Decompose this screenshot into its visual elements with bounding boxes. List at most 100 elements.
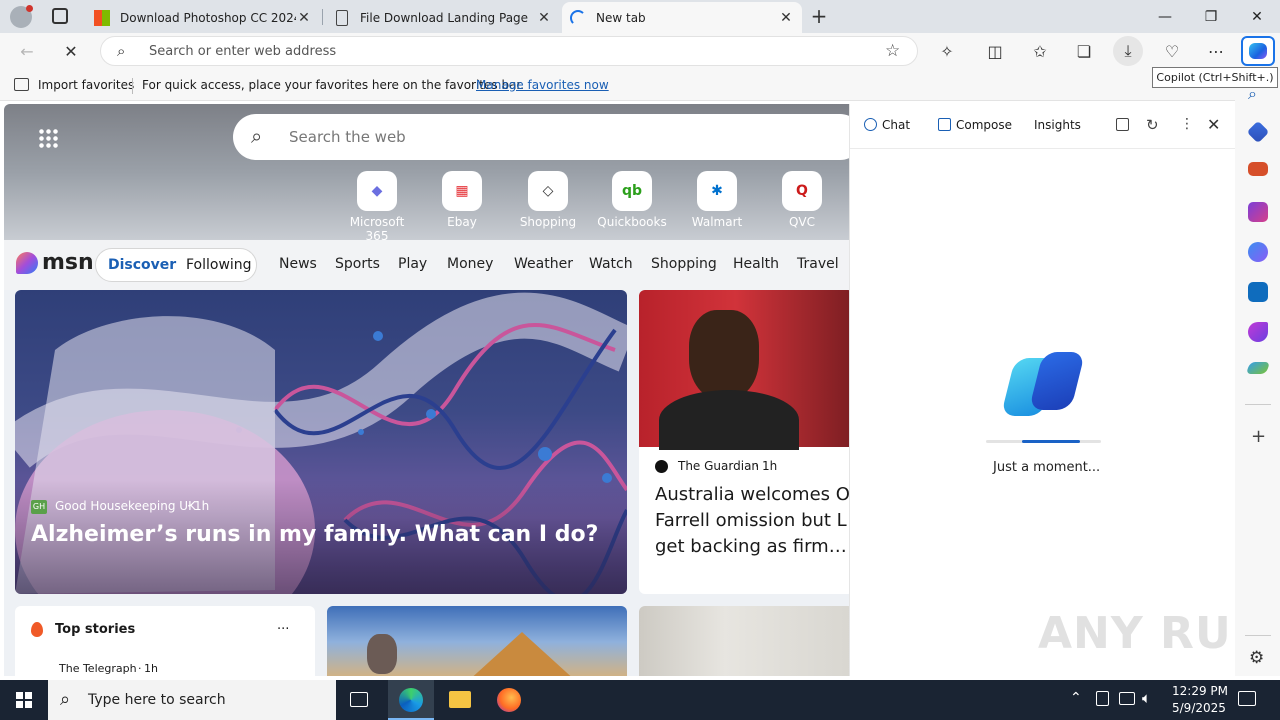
manage-favorites-link[interactable]: Manage favorites now bbox=[476, 78, 609, 92]
settings-gear-icon[interactable]: ⚙ bbox=[1249, 648, 1264, 668]
quick-link[interactable]: Q QVC bbox=[767, 171, 837, 229]
nav-item-money[interactable]: Money bbox=[447, 256, 493, 272]
top-stories-title: Top stories bbox=[55, 622, 136, 637]
copilot-tab-insights[interactable]: Insights bbox=[1034, 118, 1081, 132]
loading-text: Just a moment... bbox=[993, 460, 1101, 475]
clock-time[interactable]: 12:29 PM bbox=[1172, 684, 1228, 698]
tab-actions-icon[interactable] bbox=[52, 8, 68, 24]
profile-avatar[interactable] bbox=[10, 5, 33, 28]
tab-file-download[interactable]: File Download Landing Page ✕ bbox=[326, 2, 560, 33]
copilot-tab-compose[interactable]: Compose bbox=[956, 118, 1012, 132]
copilot-tab-chat[interactable]: Chat bbox=[882, 118, 910, 132]
quick-link-icon: ✱ bbox=[697, 171, 737, 211]
clock-date[interactable]: 5/9/2025 bbox=[1172, 701, 1226, 715]
side-news-card[interactable]: The Guardian · 1h Australia welcomes O F… bbox=[639, 290, 849, 594]
edge-taskbar-button[interactable] bbox=[388, 680, 434, 720]
device-icon[interactable] bbox=[1096, 691, 1109, 706]
hero-headline[interactable]: Alzheimer’s runs in my family. What can … bbox=[31, 522, 598, 547]
side-headline[interactable]: Australia welcomes O Farrell omission bu… bbox=[655, 482, 849, 560]
pyramid-news-card[interactable] bbox=[327, 606, 627, 676]
tab-following[interactable]: Following bbox=[186, 257, 252, 273]
nav-item-health[interactable]: Health bbox=[733, 256, 779, 272]
extensions-icon[interactable]: ✧ bbox=[932, 36, 962, 66]
windows-logo-icon bbox=[16, 692, 32, 708]
address-bar[interactable]: ⌕ Search or enter web address ☆ bbox=[100, 36, 918, 66]
nav-item-shopping[interactable]: Shopping bbox=[651, 256, 717, 272]
new-tab-button[interactable]: + bbox=[806, 4, 832, 30]
quick-link[interactable]: qb Quickbooks bbox=[597, 171, 667, 229]
close-tab-icon[interactable]: ✕ bbox=[778, 10, 794, 26]
quick-link[interactable]: ◇ Shopping bbox=[513, 171, 583, 229]
back-button[interactable]: ← bbox=[12, 36, 42, 66]
taskbar-search-box[interactable]: ⌕ Type here to search bbox=[48, 680, 336, 720]
close-window-button[interactable]: ✕ bbox=[1234, 0, 1280, 33]
close-pane-icon[interactable]: ✕ bbox=[1207, 115, 1220, 134]
open-in-new-icon[interactable] bbox=[1116, 118, 1129, 131]
minimize-button[interactable]: — bbox=[1142, 0, 1188, 33]
tab-discover[interactable]: Discover bbox=[108, 257, 176, 273]
web-search-box[interactable]: ⌕ Search the web bbox=[233, 114, 849, 160]
windows-logo-icon bbox=[94, 9, 110, 26]
tab-photoshop[interactable]: Download Photoshop CC 2024 x64 ✕ bbox=[86, 2, 320, 33]
hero-background: ⌕ Search the web ◆ Microsoft 365 ▦ Ebay ◇ Sho… bbox=[4, 104, 849, 243]
close-tab-icon[interactable]: ✕ bbox=[536, 10, 552, 26]
notifications-icon[interactable] bbox=[1238, 691, 1256, 706]
quick-link-icon: ◆ bbox=[357, 171, 397, 211]
nav-item-travel[interactable]: Travel bbox=[797, 256, 839, 272]
favorite-star-icon[interactable]: ☆ bbox=[885, 41, 900, 61]
downloads-icon[interactable]: ⤓ bbox=[1113, 36, 1143, 66]
browser-essentials-icon[interactable]: ♡ bbox=[1157, 36, 1187, 66]
start-button[interactable] bbox=[0, 680, 48, 720]
rail-divider bbox=[1245, 635, 1271, 636]
nav-item-watch[interactable]: Watch bbox=[589, 256, 633, 272]
settings-more-icon[interactable]: ⋯ bbox=[1201, 36, 1231, 66]
split-screen-icon[interactable]: ◫ bbox=[980, 36, 1010, 66]
source-badge: GH bbox=[31, 500, 47, 514]
shopping-tag-icon[interactable] bbox=[1246, 120, 1270, 144]
games-icon[interactable] bbox=[1248, 202, 1268, 222]
tools-icon[interactable] bbox=[1248, 162, 1268, 176]
tab-new-tab[interactable]: New tab ✕ bbox=[562, 2, 802, 33]
apps-launcher-icon[interactable] bbox=[38, 128, 58, 148]
nav-item-news[interactable]: News bbox=[279, 256, 317, 272]
firefox-icon[interactable] bbox=[497, 688, 521, 712]
story-source: The Telegraph bbox=[59, 662, 137, 675]
chevron-up-icon[interactable]: ⌃ bbox=[1070, 690, 1082, 706]
quick-link[interactable]: ◆ Microsoft 365 bbox=[342, 171, 412, 243]
collections-icon[interactable]: ❏ bbox=[1069, 36, 1099, 66]
restore-button[interactable]: ❐ bbox=[1188, 0, 1234, 33]
third-news-card[interactable] bbox=[639, 606, 849, 676]
import-favorites-button[interactable]: Import favorites bbox=[38, 78, 134, 92]
hero-age: 1h bbox=[194, 499, 210, 513]
msn-butterfly-icon bbox=[16, 251, 38, 274]
nav-item-weather[interactable]: Weather bbox=[514, 256, 573, 272]
outlook-icon[interactable] bbox=[1248, 282, 1268, 302]
quick-link[interactable]: ✱ Walmart bbox=[682, 171, 752, 229]
hero-news-card[interactable]: GH Good Housekeeping UK · 1h Alzheimer’s… bbox=[15, 290, 627, 594]
task-view-icon[interactable] bbox=[350, 692, 368, 707]
file-explorer-icon[interactable] bbox=[449, 691, 471, 708]
copilot-button[interactable] bbox=[1241, 36, 1275, 66]
microsoft-365-icon[interactable] bbox=[1248, 242, 1268, 262]
person-silhouette bbox=[689, 310, 759, 400]
more-options-icon[interactable]: ··· bbox=[277, 622, 289, 637]
search-icon: ⌕ bbox=[60, 689, 71, 710]
nav-item-sports[interactable]: Sports bbox=[335, 256, 380, 272]
msn-logo[interactable]: msn bbox=[16, 250, 94, 275]
quick-link-label: Quickbooks bbox=[597, 215, 667, 229]
taskbar-search-placeholder: Type here to search bbox=[88, 692, 226, 708]
copilot-icon bbox=[1249, 43, 1267, 59]
add-icon[interactable]: + bbox=[1251, 426, 1266, 447]
loading-bar-fill bbox=[1022, 440, 1080, 443]
favorites-icon[interactable]: ✩ bbox=[1025, 36, 1055, 66]
designer-icon[interactable] bbox=[1248, 322, 1268, 342]
more-options-icon[interactable]: ⋮ bbox=[1180, 116, 1194, 132]
close-tab-icon[interactable]: ✕ bbox=[296, 10, 312, 26]
send-icon[interactable] bbox=[1245, 362, 1271, 374]
quick-link[interactable]: ▦ Ebay bbox=[427, 171, 497, 229]
volume-icon[interactable]: 🔈︎ bbox=[1142, 689, 1151, 707]
network-icon[interactable] bbox=[1119, 692, 1135, 705]
nav-item-play[interactable]: Play bbox=[398, 256, 427, 272]
refresh-icon[interactable]: ↻ bbox=[1146, 116, 1159, 134]
stop-loading-button[interactable]: ✕ bbox=[56, 36, 86, 66]
